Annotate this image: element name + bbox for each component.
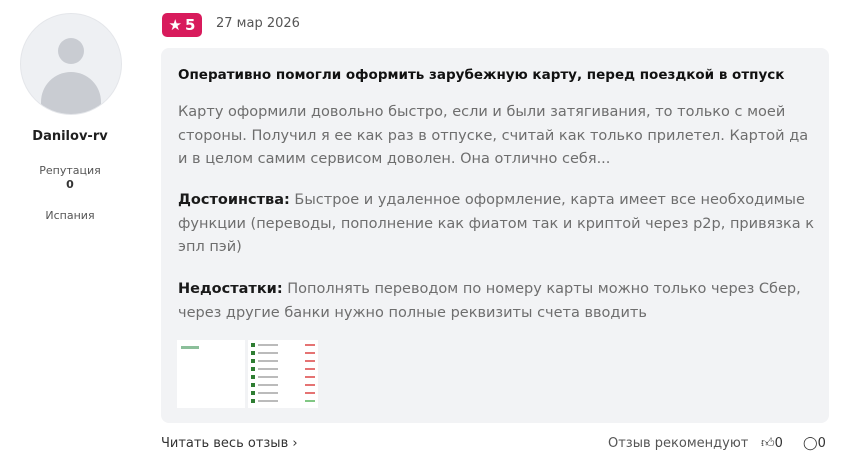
read-more-label: Читать весь отзыв [161,436,289,451]
username[interactable]: Danilov-rv [0,129,140,144]
review-pros: Достоинства: Быстрое и удаленное оформле… [178,189,818,260]
reputation-label: Репутация [39,164,101,177]
star-icon: ★ [168,16,182,34]
chevron-right-icon: › [292,436,298,451]
review-cons: Недостатки: Пополнять переводом по номер… [178,278,818,325]
review-card: Оперативно помогли оформить зарубежную к… [161,48,829,423]
attachment-thumbnail[interactable] [248,340,318,408]
reputation: Репутация 0 [0,164,140,192]
review-date: 27 мар 2026 [216,16,300,31]
review-text: Карту оформили довольно быстро, если и б… [178,104,809,167]
reputation-value: 0 [66,178,74,191]
review-title[interactable]: Оперативно помогли оформить зарубежную к… [178,67,784,83]
rating-value: 5 [185,16,196,34]
read-more-link[interactable]: Читать весь отзыв › [161,436,298,451]
country: Испания [45,209,95,222]
comments-button[interactable]: ◯0 [803,436,826,451]
like-button[interactable]: 👍︎0 [761,436,783,451]
like-count: 0 [774,436,783,451]
recommend-label: Отзыв рекомендуют [608,436,749,451]
comment-icon: ◯ [803,436,818,451]
avatar-body [41,72,101,114]
comment-count: 0 [817,436,826,451]
cons-label: Недостатки: [178,281,283,297]
avatar[interactable] [20,13,122,115]
avatar-head [58,38,84,64]
thumbs-up-icon: 👍︎ [761,436,775,451]
rating-badge: ★ 5 [162,13,202,37]
pros-label: Достоинства: [178,192,290,208]
attachment-thumbnail[interactable] [177,340,245,408]
